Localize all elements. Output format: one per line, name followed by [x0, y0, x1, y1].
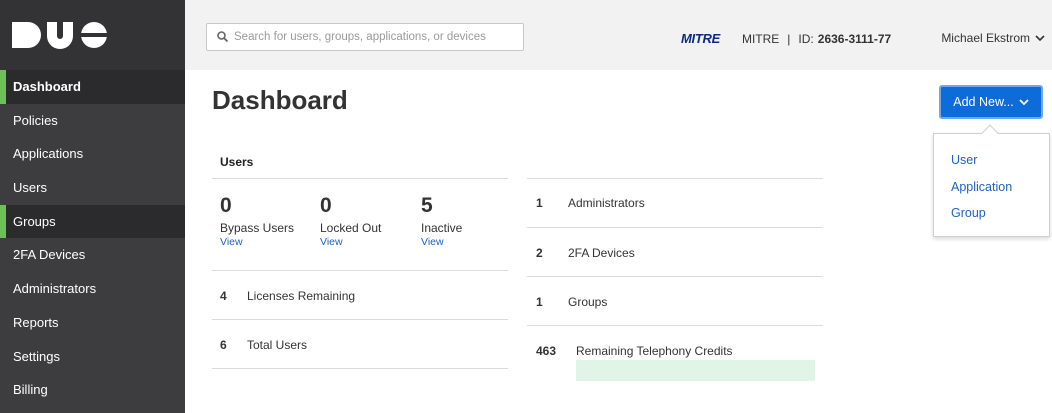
- sidebar-item-settings[interactable]: Settings: [0, 340, 185, 374]
- stat-locked-out: 0 Locked Out View: [320, 194, 381, 248]
- search-placeholder: Search for users, groups, applications, …: [234, 31, 486, 43]
- org-separator: |: [787, 31, 791, 46]
- stat-label: Locked Out: [320, 221, 382, 235]
- user-menu[interactable]: Michael Ekstrom: [941, 31, 1045, 45]
- row-count: 4: [220, 289, 227, 303]
- divider: [212, 319, 508, 320]
- row-label: Licenses Remaining: [247, 289, 356, 303]
- sidebar-item-label: Dashboard: [13, 79, 81, 94]
- user-name: Michael Ekstrom: [941, 31, 1030, 45]
- row-count: 2: [536, 246, 543, 260]
- org-name: MITRE: [741, 31, 780, 46]
- row-count: 1: [536, 295, 543, 309]
- stat-count: 0: [220, 194, 232, 217]
- stat-label: Inactive: [421, 221, 463, 235]
- search-input[interactable]: Search for users, groups, applications, …: [206, 23, 524, 51]
- page-title: Dashboard: [212, 85, 348, 115]
- divider: [527, 178, 823, 179]
- mitre-logo: MITRE: [681, 31, 720, 46]
- stat-count: 0: [320, 194, 332, 217]
- sidebar-item-policies[interactable]: Policies: [0, 104, 185, 138]
- sidebar-item-administrators[interactable]: Administrators: [0, 272, 185, 306]
- view-link[interactable]: View: [421, 236, 462, 248]
- menu-item-application[interactable]: Application: [934, 178, 1049, 205]
- sidebar-item-label: Billing: [13, 382, 48, 398]
- row-count: 1: [536, 196, 543, 210]
- menu-item-group[interactable]: Group: [934, 204, 1049, 231]
- sidebar: Dashboard Policies Applications Users Gr…: [0, 0, 185, 413]
- sidebar-item-users[interactable]: Users: [0, 171, 185, 205]
- divider: [527, 276, 823, 277]
- menu-item-user[interactable]: User: [934, 151, 1049, 178]
- chevron-down-icon: [1035, 34, 1045, 41]
- add-new-button[interactable]: Add New...: [939, 85, 1043, 119]
- sidebar-item-groups[interactable]: Groups: [0, 204, 185, 239]
- stat-label: Bypass Users: [220, 221, 295, 235]
- row-total-users: 6 Total Users: [220, 338, 307, 352]
- row-label: Remaining Telephony Credits: [576, 344, 733, 358]
- divider: [212, 178, 508, 179]
- sidebar-item-label: Settings: [13, 348, 60, 364]
- org-info: MITRE MITRE | ID: 2636-3111-77: [681, 31, 891, 46]
- sidebar-item-label: Groups: [13, 213, 56, 229]
- add-new-menu: User Application Group: [933, 124, 1050, 237]
- sidebar-item-reports[interactable]: Reports: [0, 306, 185, 340]
- sidebar-item-applications[interactable]: Applications: [0, 137, 185, 171]
- users-heading: Users: [220, 155, 254, 169]
- telephony-credits-bar: [576, 360, 815, 381]
- divider: [212, 270, 508, 271]
- add-new-label: Add New...: [953, 95, 1014, 109]
- dropdown-caret: [981, 124, 999, 142]
- row-label: Administrators: [568, 196, 645, 210]
- sidebar-item-dashboard[interactable]: Dashboard: [0, 70, 185, 104]
- sidebar-item-label: Applications: [13, 146, 84, 162]
- sidebar-item-label: 2FA Devices: [13, 247, 86, 263]
- row-label: Total Users: [247, 338, 308, 352]
- divider: [527, 325, 823, 326]
- row-licenses-remaining: 4 Licenses Remaining: [220, 289, 355, 303]
- view-link[interactable]: View: [320, 236, 381, 248]
- row-count: 6: [220, 338, 227, 352]
- sidebar-item-2fa-devices[interactable]: 2FA Devices: [0, 238, 185, 272]
- duo-logo-icon: [12, 22, 107, 49]
- divider: [527, 227, 823, 228]
- row-administrators: 1 Administrators: [536, 196, 645, 210]
- search-icon: [217, 31, 229, 43]
- stat-inactive: 5 Inactive View: [421, 194, 462, 248]
- account-id-label: ID:: [798, 31, 814, 46]
- top-header: Search for users, groups, applications, …: [185, 0, 1052, 70]
- stat-count: 5: [421, 194, 433, 217]
- chevron-down-icon: [1019, 98, 1029, 105]
- row-label: 2FA Devices: [568, 246, 635, 260]
- row-groups: 1 Groups: [536, 295, 607, 309]
- stat-bypass-users: 0 Bypass Users View: [220, 194, 294, 248]
- sidebar-item-label: Users: [13, 180, 47, 196]
- account-id-value: 2636-3111-77: [817, 31, 892, 46]
- sidebar-item-billing[interactable]: Billing: [0, 373, 185, 407]
- row-2fa-devices: 2 2FA Devices: [536, 246, 635, 260]
- view-link[interactable]: View: [220, 236, 294, 248]
- row-count: 463: [536, 344, 557, 358]
- row-label: Groups: [568, 295, 608, 309]
- sidebar-item-label: Reports: [13, 314, 59, 330]
- row-telephony-credits: 463 Remaining Telephony Credits: [536, 344, 733, 358]
- sidebar-item-label: Administrators: [13, 281, 97, 297]
- divider: [212, 368, 508, 369]
- duo-logo[interactable]: [0, 0, 185, 70]
- sidebar-nav: Dashboard Policies Applications Users Gr…: [0, 70, 185, 407]
- sidebar-item-label: Policies: [13, 112, 58, 128]
